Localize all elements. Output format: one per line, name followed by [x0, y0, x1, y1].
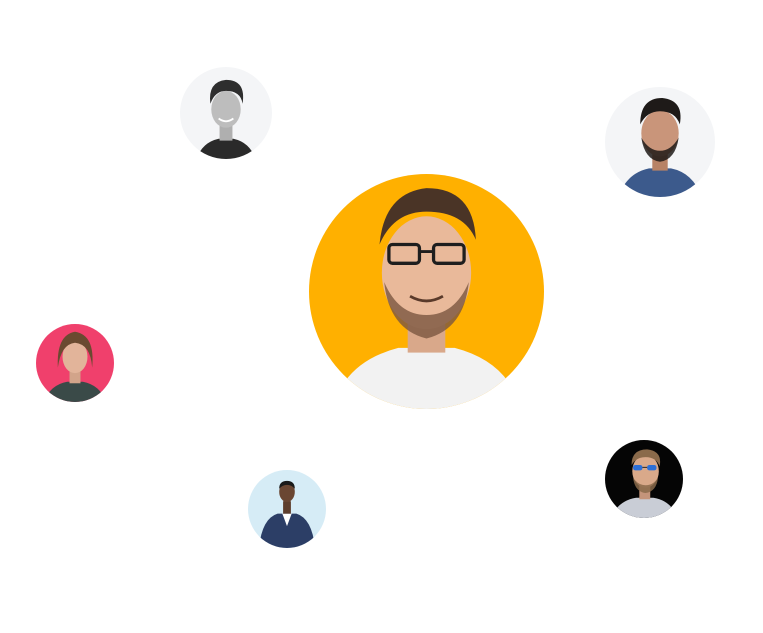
avatar-bottom: [248, 470, 326, 548]
avatar-topleft: [180, 67, 272, 159]
avatar-right-portrait: [605, 440, 683, 518]
avatar-topright-portrait: [605, 87, 715, 197]
avatar-topleft-portrait: [180, 67, 272, 159]
avatar-right: [605, 440, 683, 518]
avatar-center-portrait: [309, 174, 544, 409]
avatar-left: [36, 324, 114, 402]
avatar-topright: [605, 87, 715, 197]
avatar-left-portrait: [36, 324, 114, 402]
avatar-center: [309, 174, 544, 409]
avatar-bottom-portrait: [248, 470, 326, 548]
